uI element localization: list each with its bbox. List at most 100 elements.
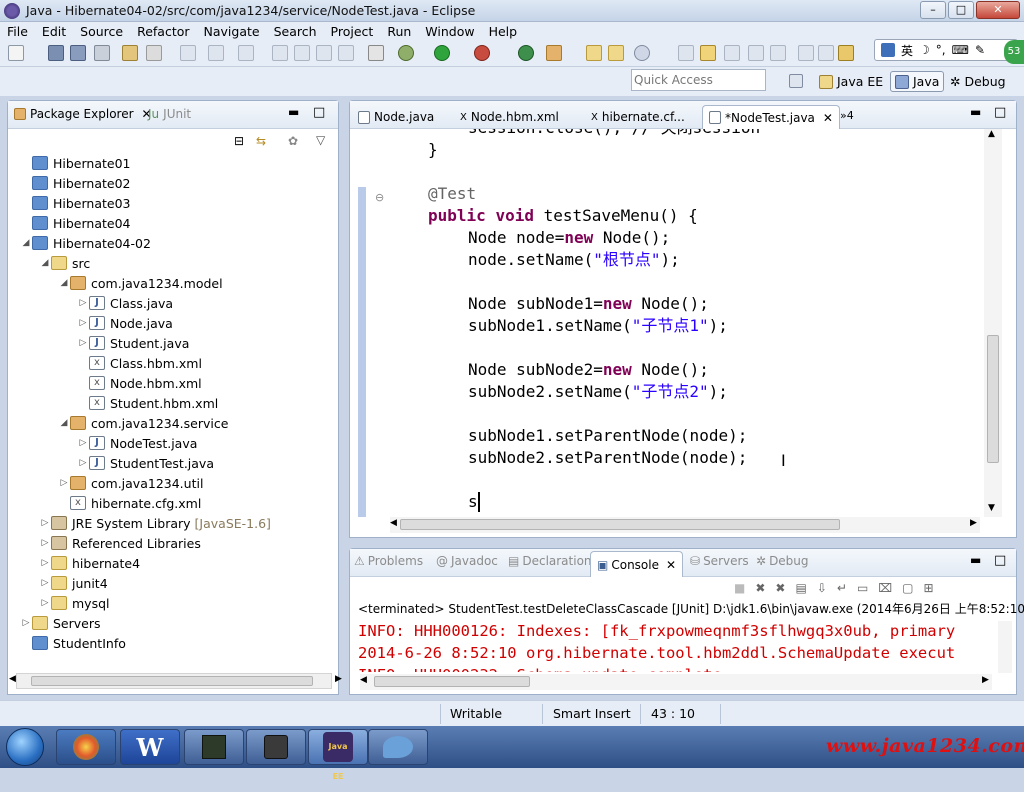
open-type-icon[interactable] bbox=[586, 45, 602, 61]
tab-javadoc[interactable]: @ Javadoc bbox=[436, 554, 498, 568]
show-whitespace-icon[interactable] bbox=[748, 45, 764, 61]
tree-item[interactable]: ▷ J NodeTest.java bbox=[77, 433, 198, 453]
tree-item[interactable]: Hibernate01 bbox=[20, 153, 131, 173]
tree-item[interactable]: ◢ com.java1234.service bbox=[58, 413, 229, 433]
tree-item[interactable]: x Student.hbm.xml bbox=[77, 393, 218, 413]
tab-nodetest-java[interactable]: *NodeTest.java ✕ bbox=[702, 105, 840, 129]
block-selection-icon[interactable] bbox=[724, 45, 740, 61]
close-tab-icon[interactable]: ✕ bbox=[666, 558, 676, 572]
open-resource-icon[interactable] bbox=[608, 45, 624, 61]
taskbar-app-terminal[interactable] bbox=[184, 729, 244, 765]
maximize-editor-icon[interactable]: □ bbox=[994, 105, 1006, 120]
scroll-down-icon[interactable]: ▼ bbox=[988, 503, 995, 513]
taskbar-app-mysql[interactable] bbox=[368, 729, 428, 765]
collapsed-arrow-icon[interactable]: ▷ bbox=[77, 458, 89, 468]
tree-item[interactable]: ▷ hibernate4 bbox=[39, 553, 141, 573]
minimize-view-icon[interactable]: ▬ bbox=[288, 105, 299, 119]
terminate-icon[interactable]: ■ bbox=[734, 581, 745, 595]
collapsed-arrow-icon[interactable]: ▷ bbox=[20, 618, 32, 628]
collapsed-arrow-icon[interactable]: ▷ bbox=[77, 298, 89, 308]
tab-hibernate-cfg[interactable]: X hibernate.cf... bbox=[585, 105, 691, 129]
toggle-mark-icon[interactable] bbox=[678, 45, 694, 61]
expanded-arrow-icon[interactable]: ◢ bbox=[39, 258, 51, 268]
tree-item[interactable]: Hibernate02 bbox=[20, 173, 131, 193]
tab-debug[interactable]: ✲ Debug bbox=[756, 554, 809, 568]
tab-node-java[interactable]: Node.java bbox=[352, 105, 440, 129]
collapsed-arrow-icon[interactable]: ▷ bbox=[77, 318, 89, 328]
collapsed-arrow-icon[interactable]: ▷ bbox=[39, 518, 51, 528]
highlight-icon[interactable] bbox=[700, 45, 716, 61]
scrollbar-thumb[interactable] bbox=[400, 519, 840, 530]
skip-breakpoints-icon[interactable] bbox=[368, 45, 384, 61]
taskbar-app-word[interactable]: W bbox=[120, 729, 180, 765]
tree-item[interactable]: ▷ J Class.java bbox=[77, 293, 174, 313]
tree-item[interactable]: ▷ Servers bbox=[20, 613, 101, 633]
tab-declaration[interactable]: ▤ Declaration bbox=[508, 554, 592, 568]
menu-window[interactable]: Window bbox=[418, 24, 481, 39]
console-horizontal-scrollbar[interactable]: ◀ ▶ bbox=[360, 674, 992, 690]
keyboard-icon[interactable]: ⌨ bbox=[952, 43, 969, 57]
collapsed-arrow-icon[interactable]: ▷ bbox=[77, 338, 89, 348]
new-package-icon[interactable] bbox=[546, 45, 562, 61]
scroll-lock-icon[interactable]: ⇩ bbox=[817, 581, 827, 595]
more-tabs-indicator[interactable]: »4 bbox=[840, 109, 854, 122]
tree-item[interactable]: x hibernate.cfg.xml bbox=[58, 493, 201, 513]
tree-item[interactable]: ◢ src bbox=[39, 253, 91, 273]
settings-icon[interactable]: ✎ bbox=[975, 43, 985, 57]
moon-icon[interactable]: ☽ bbox=[919, 43, 930, 57]
perspective-java-ee[interactable]: Java EE bbox=[819, 71, 883, 92]
start-button[interactable] bbox=[6, 728, 44, 766]
link-with-editor-icon[interactable]: ⇆ bbox=[256, 134, 266, 148]
pilcrow-icon[interactable] bbox=[770, 45, 786, 61]
tab-problems[interactable]: ⚠ Problems bbox=[354, 554, 423, 568]
menu-refactor[interactable]: Refactor bbox=[130, 24, 196, 39]
ime-language[interactable]: 英 bbox=[901, 42, 913, 59]
code-text[interactable]: session.close(); // 关闭session} @Test publi… bbox=[350, 129, 986, 517]
tab-junit[interactable]: Ju JUnit bbox=[148, 107, 191, 121]
close-tab-icon[interactable]: ✕ bbox=[823, 111, 833, 125]
menu-project[interactable]: Project bbox=[324, 24, 381, 39]
show-on-stdout-icon[interactable]: ▭ bbox=[857, 581, 868, 595]
collapsed-arrow-icon[interactable]: ▷ bbox=[39, 558, 51, 568]
annotations-icon[interactable] bbox=[146, 45, 162, 61]
taskbar-app-browser[interactable] bbox=[56, 729, 116, 765]
search-icon[interactable] bbox=[634, 45, 650, 61]
collapsed-arrow-icon[interactable]: ▷ bbox=[39, 598, 51, 608]
scroll-left-icon[interactable]: ◀ bbox=[360, 675, 367, 685]
menu-edit[interactable]: Edit bbox=[35, 24, 73, 39]
tree-item[interactable]: Hibernate04 bbox=[20, 213, 131, 233]
tree-item[interactable]: ▷ Referenced Libraries bbox=[39, 533, 201, 553]
tree-item[interactable]: ◢ Hibernate04-02 bbox=[20, 233, 151, 253]
tree-item[interactable]: x Node.hbm.xml bbox=[77, 373, 202, 393]
tree-item[interactable]: ▷ J StudentTest.java bbox=[77, 453, 214, 473]
back-icon[interactable] bbox=[238, 45, 254, 61]
tree-item[interactable]: ▷ mysql bbox=[39, 593, 110, 613]
external-tools-icon[interactable] bbox=[474, 45, 490, 61]
tab-node-hbm-xml[interactable]: X Node.hbm.xml bbox=[454, 105, 565, 129]
tab-console[interactable]: ▣ Console ✕ bbox=[590, 551, 684, 577]
status-insert-mode[interactable]: Smart Insert bbox=[553, 706, 631, 721]
scroll-right-icon[interactable]: ▶ bbox=[970, 518, 977, 528]
scrollbar-thumb[interactable] bbox=[374, 676, 530, 687]
tree-item[interactable]: ▷ J Node.java bbox=[77, 313, 173, 333]
ime-toolbar[interactable]: 英 ☽ °, ⌨ ✎ bbox=[874, 39, 1018, 61]
menu-navigate[interactable]: Navigate bbox=[197, 24, 267, 39]
remove-launch-icon[interactable]: ✖ bbox=[755, 581, 765, 595]
save-all-icon[interactable] bbox=[70, 45, 86, 61]
perspective-debug[interactable]: ✲ Debug bbox=[950, 71, 1006, 92]
debug-icon[interactable] bbox=[398, 45, 414, 61]
save-icon[interactable] bbox=[48, 45, 64, 61]
tree-item[interactable]: ▷ junit4 bbox=[39, 573, 108, 593]
maximize-view-icon[interactable]: □ bbox=[313, 105, 325, 120]
filter-icon[interactable]: ✿ bbox=[288, 134, 298, 148]
scroll-right-icon[interactable]: ▶ bbox=[982, 675, 989, 685]
editor-vertical-scrollbar[interactable]: ▲ ▼ bbox=[984, 129, 1002, 517]
menu-help[interactable]: Help bbox=[482, 24, 525, 39]
suspend-icon[interactable] bbox=[294, 45, 310, 61]
scrollbar-thumb[interactable] bbox=[987, 335, 999, 463]
punctuation-icon[interactable]: °, bbox=[936, 43, 946, 57]
redo-icon[interactable] bbox=[208, 45, 224, 61]
undo-icon[interactable] bbox=[180, 45, 196, 61]
menu-run[interactable]: Run bbox=[380, 24, 418, 39]
collapsed-arrow-icon[interactable]: ▷ bbox=[39, 578, 51, 588]
